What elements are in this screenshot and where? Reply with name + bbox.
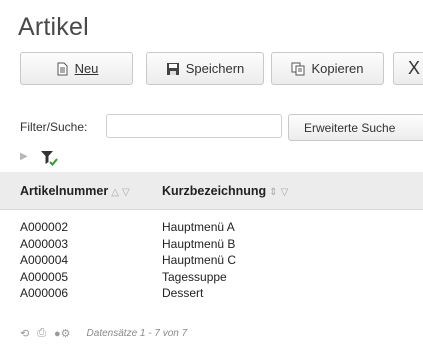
column-header-kurzbezeichnung[interactable]: Kurzbezeichnung ⇕ ▽ bbox=[162, 184, 288, 198]
new-button[interactable]: Neu bbox=[20, 52, 133, 85]
grid-footer: ⟲ ⎙ ●⚙ Datensätze 1 - 7 von 7 bbox=[20, 327, 187, 340]
refresh-icon[interactable]: ⟲ bbox=[20, 327, 29, 340]
column-filter-icon[interactable]: ▽ bbox=[122, 187, 130, 198]
cell-kurzbezeichnung: Hauptmenü C bbox=[162, 253, 237, 267]
cell-kurzbezeichnung: Tagessuppe bbox=[162, 269, 227, 284]
table-row[interactable]: A000004 Hauptmenü C bbox=[0, 252, 423, 269]
advanced-search-button[interactable]: Erweiterte Suche bbox=[288, 114, 423, 141]
table-row[interactable]: A000002 Hauptmenü A bbox=[0, 219, 423, 236]
new-button-label: Neu bbox=[74, 61, 99, 76]
grid-header: Artikelnummer △ ▽ Kurzbezeichnung ⇕ ▽ bbox=[0, 172, 423, 210]
sort-icon[interactable]: △ bbox=[111, 187, 119, 198]
save-button-label: Speichern bbox=[185, 61, 245, 76]
close-button[interactable]: X bbox=[393, 52, 423, 85]
sort-icon[interactable]: ⇕ bbox=[269, 187, 277, 198]
copy-button[interactable]: Kopieren bbox=[271, 52, 384, 85]
column-header-artikelnummer[interactable]: Artikelnummer △ ▽ bbox=[20, 184, 130, 198]
cell-artikelnummer: A000004 bbox=[20, 253, 69, 267]
cell-artikelnummer: A000002 bbox=[20, 220, 69, 234]
cell-kurzbezeichnung: Hauptmenü B bbox=[162, 236, 236, 251]
cell-artikelnummer: A000005 bbox=[20, 269, 69, 284]
filter-check-icon[interactable] bbox=[40, 150, 60, 166]
close-icon: X bbox=[408, 58, 421, 78]
document-icon bbox=[55, 62, 69, 76]
cell-kurzbezeichnung: Dessert bbox=[162, 286, 204, 300]
record-count: Datensätze 1 - 7 von 7 bbox=[86, 328, 188, 339]
copy-button-label: Kopieren bbox=[311, 61, 364, 76]
dots-icon[interactable]: ●⚙ bbox=[54, 327, 71, 340]
table-row[interactable]: A000005 Tagessuppe bbox=[0, 269, 423, 286]
print-icon[interactable]: ⎙ bbox=[37, 327, 46, 340]
save-button[interactable]: Speichern bbox=[146, 52, 264, 85]
expand-arrow-icon[interactable]: ▶ bbox=[20, 151, 28, 162]
cell-kurzbezeichnung: Hauptmenü A bbox=[162, 220, 235, 234]
table-row[interactable]: A000003 Hauptmenü B bbox=[0, 236, 423, 253]
floppy-disk-icon bbox=[166, 62, 180, 76]
filter-label: Filter/Suche: bbox=[20, 120, 88, 134]
cell-artikelnummer: A000003 bbox=[20, 236, 69, 251]
table-row[interactable]: A000006 Dessert bbox=[0, 285, 423, 302]
column-header-label: Artikelnummer bbox=[20, 184, 109, 198]
cell-artikelnummer: A000006 bbox=[20, 286, 69, 300]
grid-body: A000002 Hauptmenü A A000003 Hauptmenü B … bbox=[0, 219, 423, 302]
copy-icon bbox=[291, 62, 305, 76]
filter-input[interactable] bbox=[106, 114, 282, 138]
column-header-label: Kurzbezeichnung bbox=[162, 184, 267, 198]
column-filter-icon[interactable]: ▽ bbox=[281, 187, 289, 198]
page-title: Artikel bbox=[18, 13, 89, 41]
